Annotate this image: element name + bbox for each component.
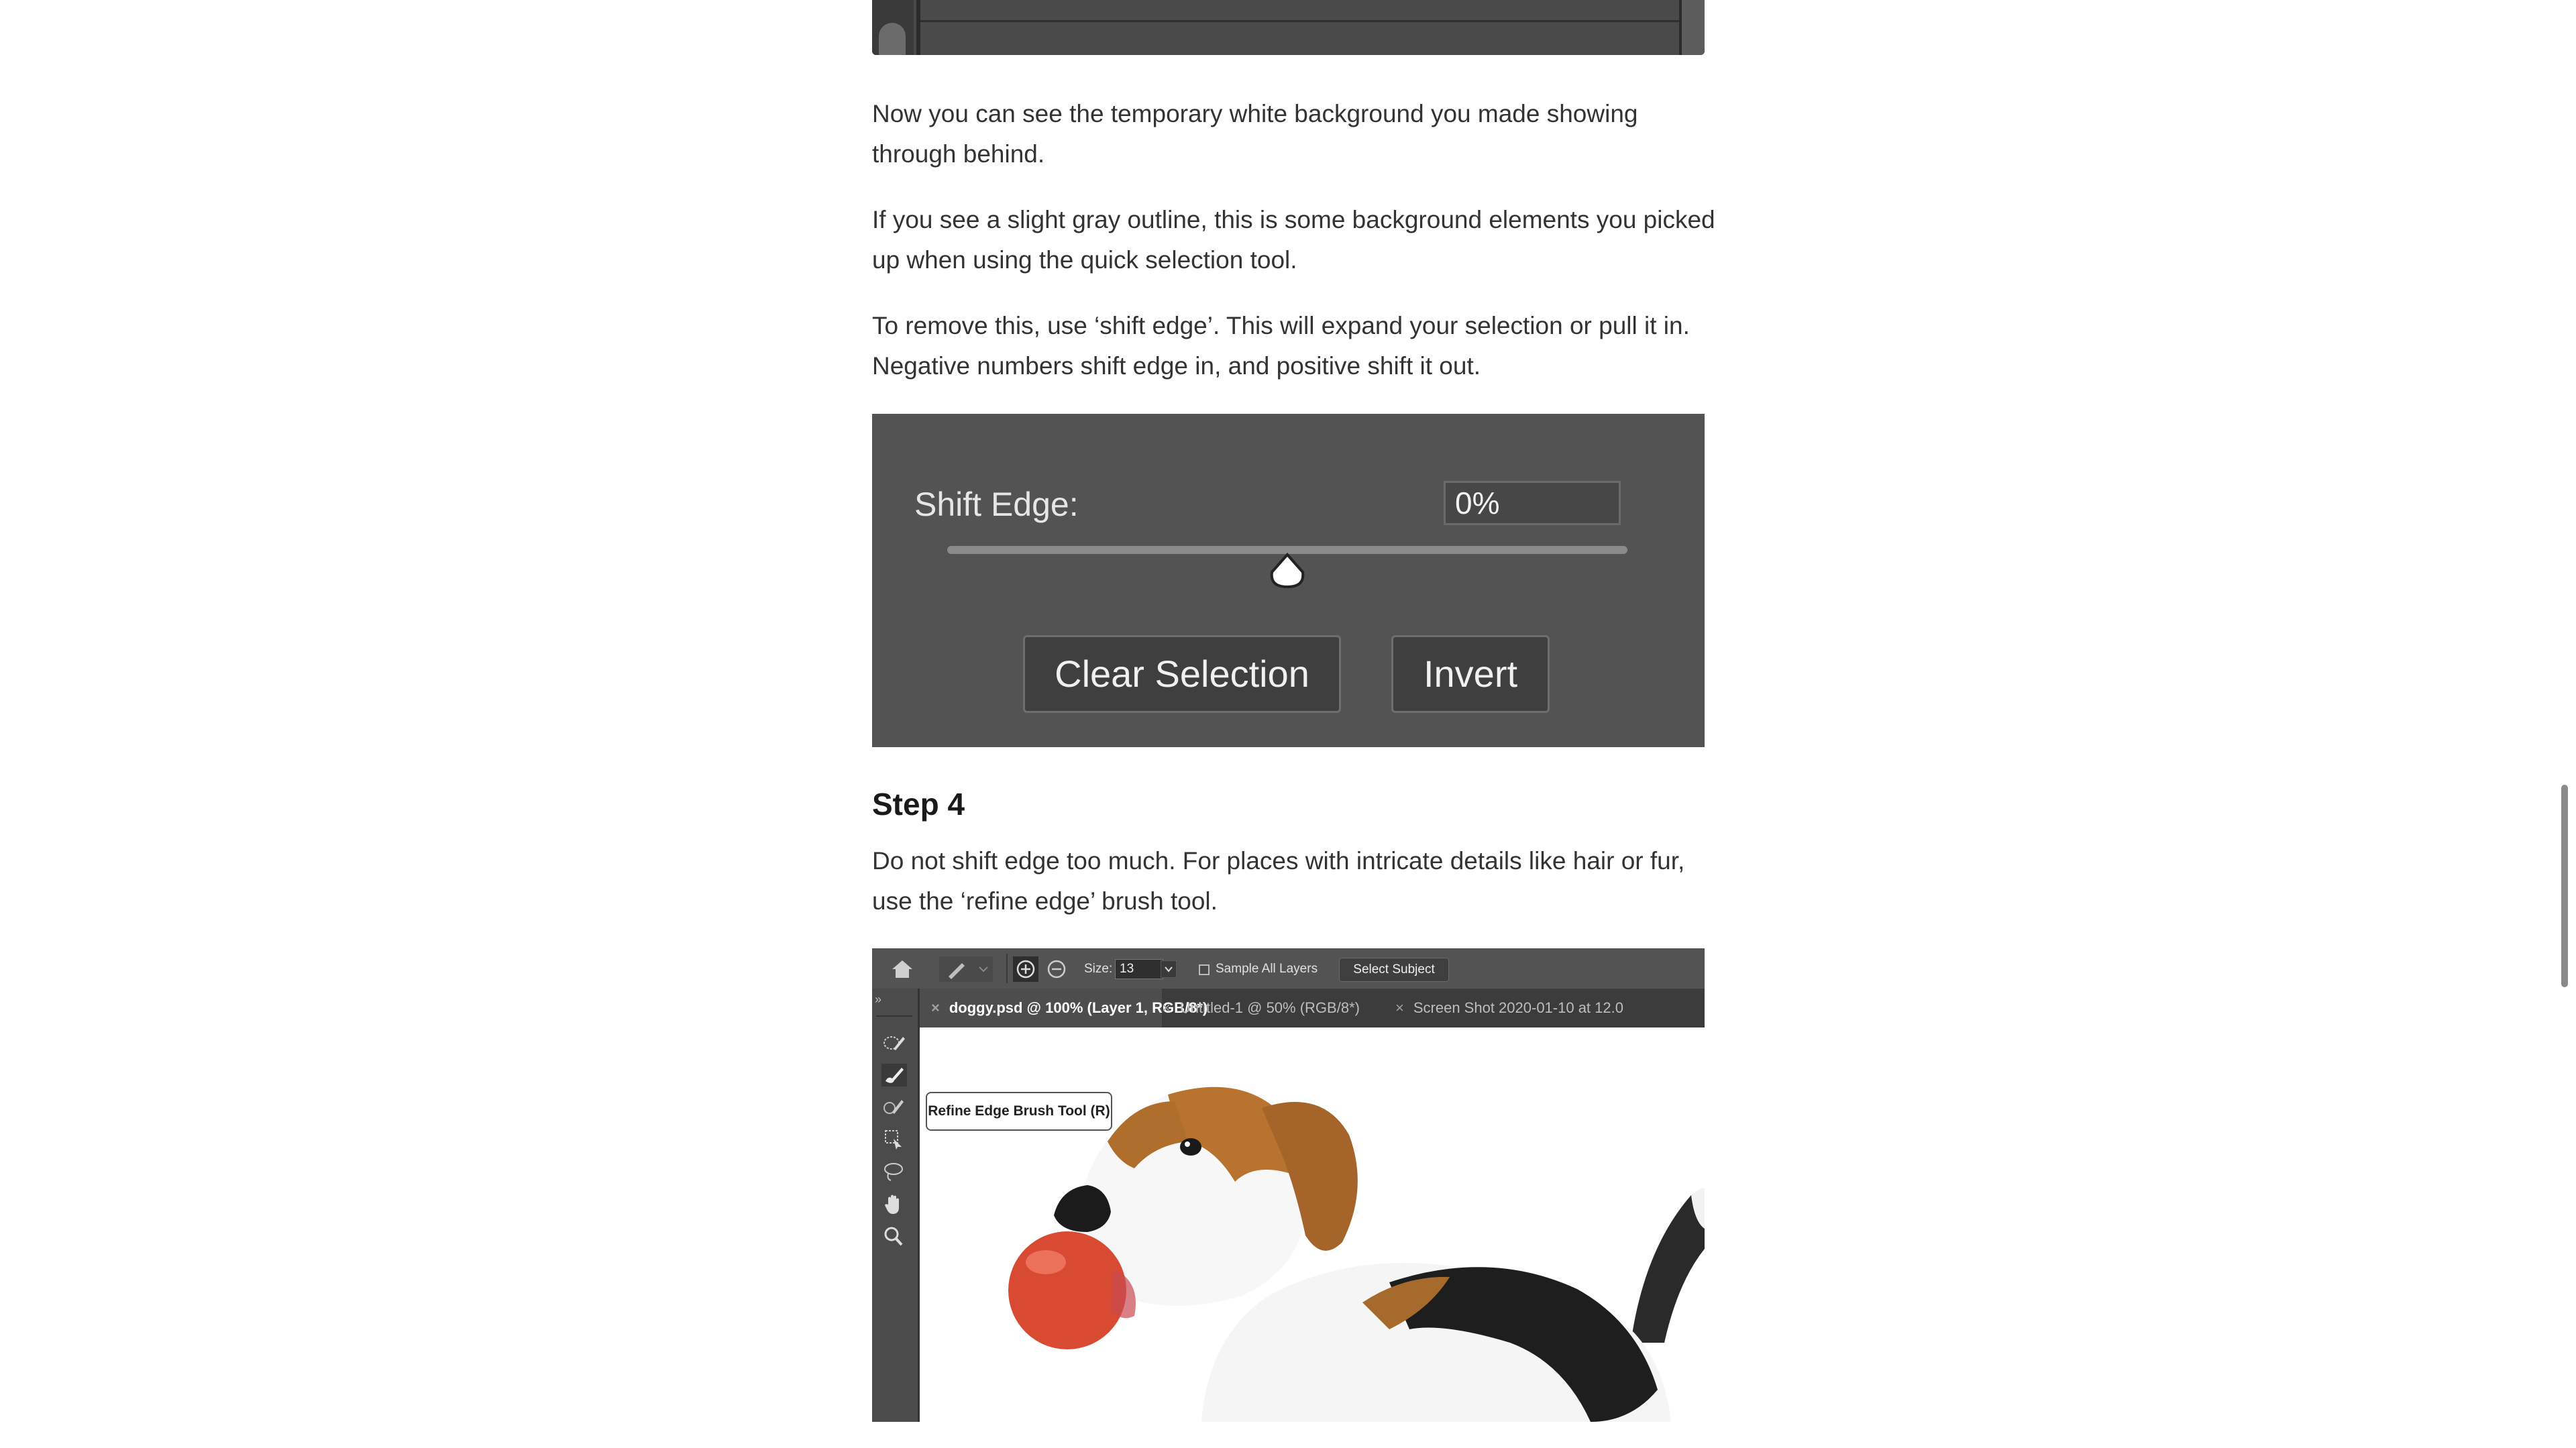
step-paragraph: Do not shift edge too much. For places w… [872,847,1685,915]
shift-edge-panel: Shift Edge: 0% Clear Selection Invert [872,414,1705,747]
tab-label: Untitled-1 @ 50% (RGB/8*) [1179,999,1360,1016]
screenshot-right-bar [1682,0,1705,55]
sample-all-layers-checkbox[interactable] [1199,964,1210,975]
add-to-selection-icon[interactable] [1013,956,1038,982]
lasso-icon[interactable] [881,1160,907,1183]
screenshot-divider [916,0,920,55]
article-paragraph-3: To remove this, use ‘shift edge’. This w… [872,312,1690,380]
options-divider [1006,954,1008,983]
select-subject-button[interactable]: Select Subject [1339,958,1449,982]
sample-all-layers-label: Sample All Layers [1216,962,1318,976]
tool-tooltip: Refine Edge Brush Tool (R) [926,1092,1112,1131]
tab-screen-shot[interactable]: × Screen Shot 2020-01-10 at 12.0 [1382,989,1705,1027]
tab-untitled-1[interactable]: × Untitled-1 @ 50% (RGB/8*) [1148,989,1395,1027]
subtract-from-selection-icon[interactable] [1044,956,1069,982]
clear-selection-button[interactable]: Clear Selection [1023,635,1341,713]
photoshop-screenshot: Size: 13 Sample All Layers Select Subjec… [872,948,1705,1422]
tab-label: Screen Shot 2020-01-10 at 12.0 [1413,999,1623,1016]
slider-thumb-icon[interactable] [1268,552,1307,591]
hand-icon[interactable] [881,1192,907,1215]
step-heading: Step 4 [872,787,965,822]
size-input[interactable]: 13 [1115,959,1163,979]
zoom-icon[interactable] [881,1225,907,1247]
quick-selection-icon[interactable] [881,1032,907,1054]
size-dropdown-icon[interactable] [1161,960,1177,978]
beagle-photo [920,1027,1705,1422]
expand-panel-icon[interactable]: » [875,989,881,1010]
article-paragraph-2: If you see a slight gray outline, this i… [872,206,1715,274]
invert-button[interactable]: Invert [1391,635,1550,713]
home-icon[interactable] [891,959,914,979]
shift-edge-label: Shift Edge: [914,486,1079,523]
article-paragraph-1: Now you can see the temporary white back… [872,100,1638,168]
screenshot-sidebar [872,0,914,55]
close-icon[interactable]: × [1162,999,1171,1016]
tools-divider [876,1015,912,1017]
page-scrollbar[interactable] [2561,785,2568,987]
refine-edge-brush-icon[interactable] [881,1064,907,1087]
brush-icon[interactable] [881,1096,907,1119]
screenshot-rule [920,20,1682,22]
size-label: Size: [1084,962,1113,976]
previous-screenshot [872,0,1705,55]
close-icon[interactable]: × [931,999,940,1016]
brush-preset-icon[interactable] [939,956,993,982]
screenshot-knob [879,23,906,55]
tab-doggy[interactable]: × doggy.psd @ 100% (Layer 1, RGB/8*) [918,989,1208,1027]
shift-edge-value-field[interactable]: 0% [1444,481,1621,525]
object-selection-icon[interactable] [881,1128,907,1151]
close-icon[interactable]: × [1395,999,1404,1016]
